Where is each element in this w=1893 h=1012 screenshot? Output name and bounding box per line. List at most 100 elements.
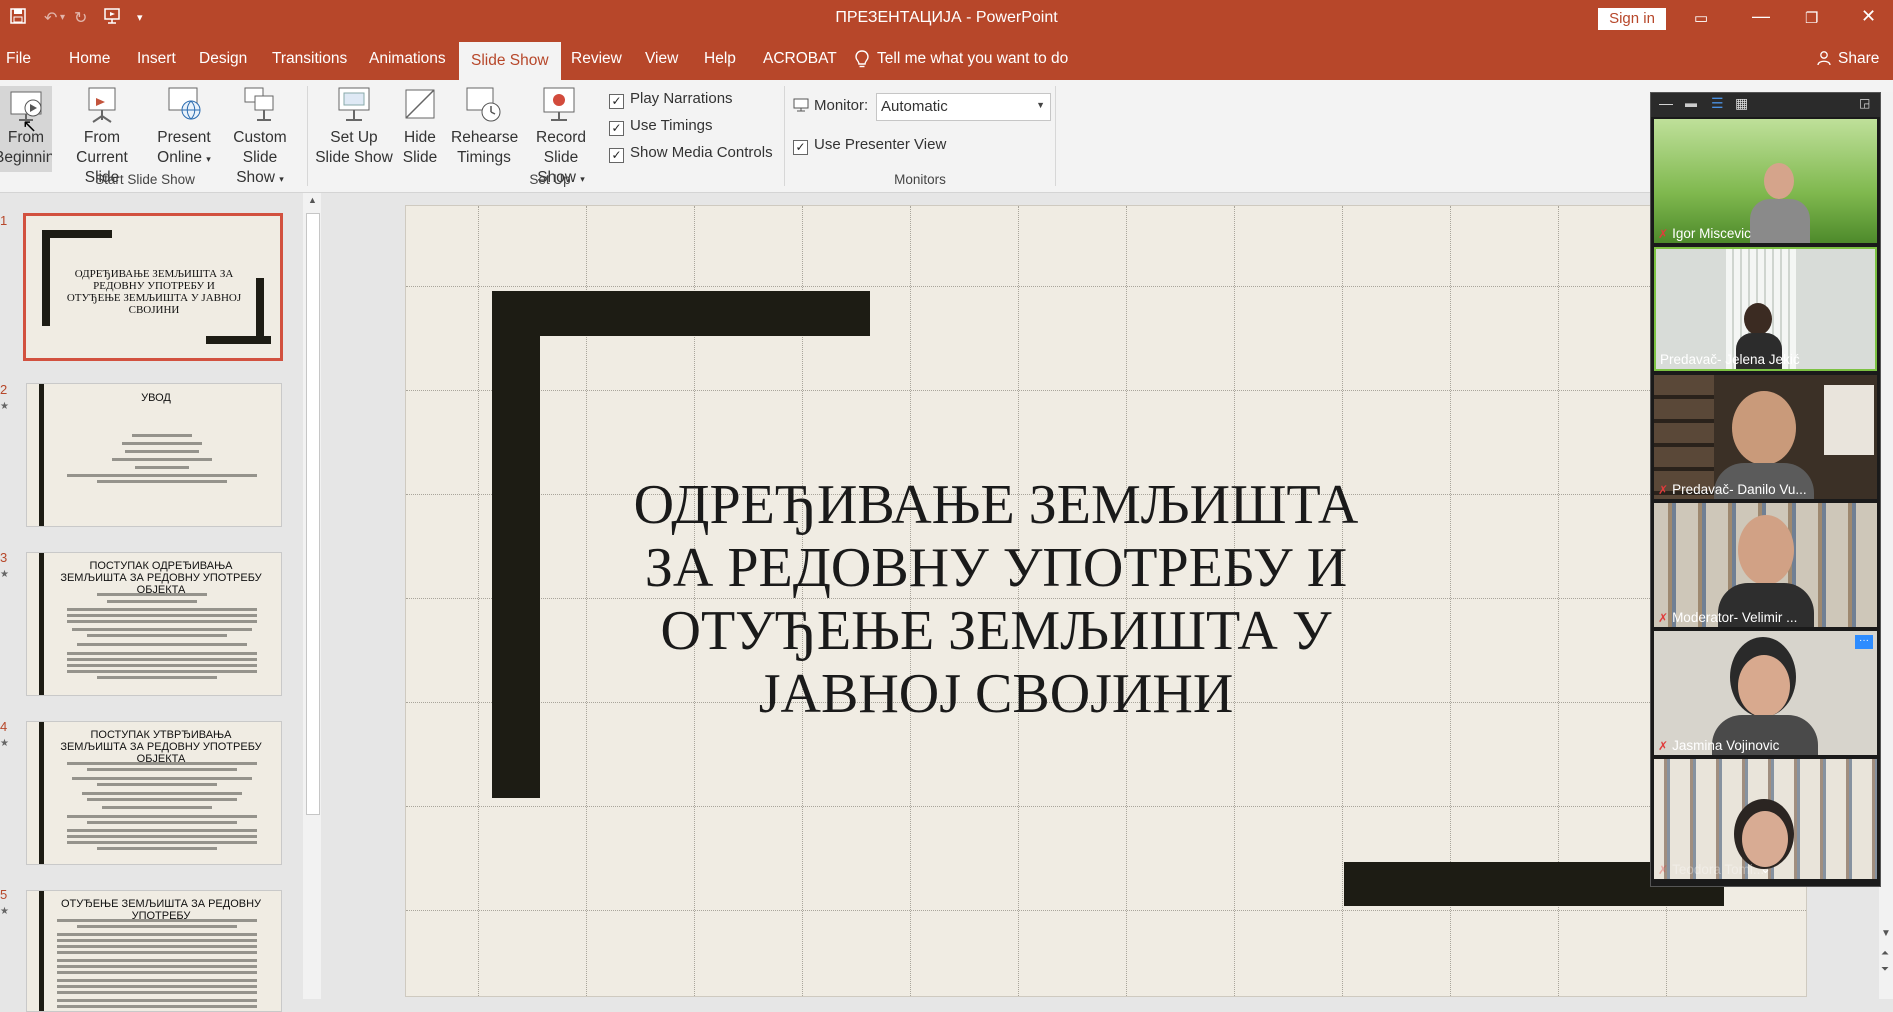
animation-star-icon: ★ <box>0 906 9 917</box>
tab-home[interactable]: Home <box>69 50 110 68</box>
tab-help[interactable]: Help <box>704 50 736 68</box>
scroll-down-icon[interactable]: ▼ <box>1881 928 1891 939</box>
participant-tile[interactable]: ✗ Igor Miscevic <box>1654 119 1877 243</box>
present-online-button[interactable]: Present Online ▾ <box>154 86 214 169</box>
scrollbar-thumb[interactable] <box>306 213 320 815</box>
thumb-text-line <box>122 442 202 445</box>
share-button[interactable]: Share <box>1838 50 1879 68</box>
thumb-text-line <box>57 971 257 974</box>
slide-scrollbar[interactable]: ▼ ⏶ ⏷ <box>1879 92 1893 999</box>
participant-tile[interactable]: ··· ✗ Jasmina Vojinovic <box>1654 631 1877 755</box>
tab-insert[interactable]: Insert <box>137 50 176 68</box>
slide-frame-bar-left[interactable] <box>492 291 540 798</box>
slide-title[interactable]: ОДРЕЂИВАЊЕ ЗЕМЉИШТА ЗА РЕДОВНУ УПОТРЕБУ … <box>631 474 1361 726</box>
sign-in-button[interactable]: Sign in <box>1598 8 1666 30</box>
video-panel-toolbar: — ▬ ☰ ▦ ◲ <box>1651 93 1880 117</box>
start-slide-show-group-label: Start Slide Show <box>95 172 195 187</box>
slide-thumbnail-4[interactable]: ПОСТУПАК УТВРЂИВАЊА ЗЕМЉИШТА ЗА РЕДОВНУ … <box>26 721 282 865</box>
participant-tile[interactable]: ✗ Teodora Tomi... ⌄ <box>1654 759 1877 879</box>
globe-screen-icon <box>165 86 203 124</box>
animation-star-icon: ★ <box>0 738 9 749</box>
thumb-text-line <box>57 951 257 954</box>
slide-frame-bar-top[interactable] <box>492 291 870 336</box>
thumb-text-line <box>77 925 237 928</box>
chevron-down-icon[interactable]: ⌄ <box>1760 861 1771 877</box>
gallery-view-icon[interactable]: ▦ <box>1735 95 1748 112</box>
speaker-view-icon[interactable]: ☰ <box>1711 95 1724 112</box>
participant-tile[interactable]: Predavač- Jelena Jekić <box>1654 247 1877 371</box>
hide-slide-label-1: Hide <box>404 129 436 146</box>
monitor-select-value: Automatic <box>881 98 948 115</box>
thumbnail-view-icon[interactable]: ▬ <box>1685 96 1697 110</box>
participant-name: ✗ Moderator- Velimir ... <box>1658 610 1798 625</box>
thumbnails-scrollbar[interactable]: ▲ <box>303 193 321 999</box>
use-timings-label: Use Timings <box>630 117 713 134</box>
mouse-cursor-icon: ↖ <box>22 116 38 136</box>
tab-review[interactable]: Review <box>571 50 622 68</box>
grid-guide <box>406 910 1806 911</box>
tell-me-search[interactable]: Tell me what you want to do <box>877 50 1068 68</box>
thumb-text-line <box>82 792 242 795</box>
checkbox-checked-icon: ✓ <box>793 140 808 155</box>
chevron-down-icon: ▼ <box>1036 100 1045 110</box>
use-presenter-view-checkbox[interactable]: ✓ Use Presenter View <box>793 136 946 155</box>
checkbox-checked-icon: ✓ <box>609 148 624 163</box>
share-icon[interactable] <box>1816 50 1832 71</box>
current-slide[interactable]: ОДРЕЂИВАЊЕ ЗЕМЉИШТА ЗА РЕДОВНУ УПОТРЕБУ … <box>405 205 1807 997</box>
participant-video <box>1742 811 1788 867</box>
slide-thumbnail-3[interactable]: ПОСТУПАК ОДРЕЂИВАЊА ЗЕМЉИШТА ЗА РЕДОВНУ … <box>26 552 282 696</box>
tab-design[interactable]: Design <box>199 50 247 68</box>
thumbnail-number: 4 <box>0 719 8 734</box>
group-separator <box>784 86 785 186</box>
monitor-select[interactable]: Automatic ▼ <box>876 93 1051 121</box>
rehearse-timings-button[interactable]: Rehearse Timings <box>451 86 518 168</box>
thumb-text-line <box>97 593 207 596</box>
show-media-controls-label: Show Media Controls <box>630 144 773 161</box>
scroll-up-icon[interactable]: ▲ <box>308 195 317 205</box>
next-slide-icon[interactable]: ⏷ <box>1881 964 1889 975</box>
muted-mic-icon: ✗ <box>1658 863 1669 877</box>
exit-fullscreen-icon[interactable]: ◲ <box>1859 96 1870 110</box>
custom-slide-show-button[interactable]: Custom Slide Show ▾ <box>218 86 302 189</box>
participant-video <box>1738 515 1794 585</box>
tab-view[interactable]: View <box>645 50 678 68</box>
set-up-slide-show-button[interactable]: Set Up Slide Show <box>314 86 394 168</box>
thumb-text-line <box>67 670 257 673</box>
previous-slide-icon[interactable]: ⏶ <box>1881 948 1889 959</box>
present-online-label-1: Present <box>157 129 211 146</box>
participant-video <box>1824 385 1874 455</box>
from-beginning-label-2: Beginning <box>0 149 52 166</box>
grid-guide <box>406 806 1806 807</box>
animation-star-icon: ★ <box>0 401 9 412</box>
participant-tile[interactable]: ✗ Predavač- Danilo Vu... <box>1654 375 1877 499</box>
hide-slide-button[interactable]: Hide Slide <box>396 86 444 168</box>
stopwatch-icon <box>465 86 503 124</box>
slide-thumbnail-5[interactable]: ОТУЂЕЊЕ ЗЕМЉИШТА ЗА РЕДОВНУ УПОТРЕБУ <box>26 890 282 1012</box>
minimize-icon[interactable]: — <box>1752 6 1770 27</box>
thumb-text-line <box>87 634 227 637</box>
grid-guide <box>406 286 1806 287</box>
hide-slide-label-2: Slide <box>402 149 438 166</box>
restore-icon[interactable]: ❐ <box>1805 9 1818 27</box>
record-icon <box>542 86 580 124</box>
slide-thumbnail-2[interactable]: УВОД <box>26 383 282 527</box>
more-options-icon[interactable]: ··· <box>1855 635 1873 649</box>
tab-transitions[interactable]: Transitions <box>272 50 347 68</box>
close-icon[interactable]: ✕ <box>1861 6 1876 27</box>
play-narrations-label: Play Narrations <box>630 90 733 107</box>
slide-thumbnail-1[interactable]: ОДРЕЂИВАЊЕ ЗЕМЉИШТА ЗА РЕДОВНУ УПОТРЕБУ … <box>23 213 283 361</box>
participant-tile[interactable]: ✗ Moderator- Velimir ... <box>1654 503 1877 627</box>
tab-acrobat[interactable]: ACROBAT <box>763 50 837 68</box>
thumb-text-line <box>102 806 212 809</box>
tab-slide-show[interactable]: Slide Show <box>459 42 561 80</box>
use-timings-checkbox[interactable]: ✓ Use Timings <box>609 117 713 136</box>
tab-file[interactable]: File <box>6 50 31 68</box>
thumb-frame-bar <box>39 891 44 1011</box>
play-narrations-checkbox[interactable]: ✓ Play Narrations <box>609 90 733 109</box>
minimize-icon[interactable]: — <box>1659 95 1673 111</box>
tab-animations[interactable]: Animations <box>369 50 446 68</box>
ribbon-display-options-icon[interactable]: ▭ <box>1694 9 1708 27</box>
rehearse-label-2: Timings <box>457 149 511 166</box>
show-media-controls-checkbox[interactable]: ✓ Show Media Controls <box>609 144 773 163</box>
thumb-text-line <box>132 434 192 437</box>
